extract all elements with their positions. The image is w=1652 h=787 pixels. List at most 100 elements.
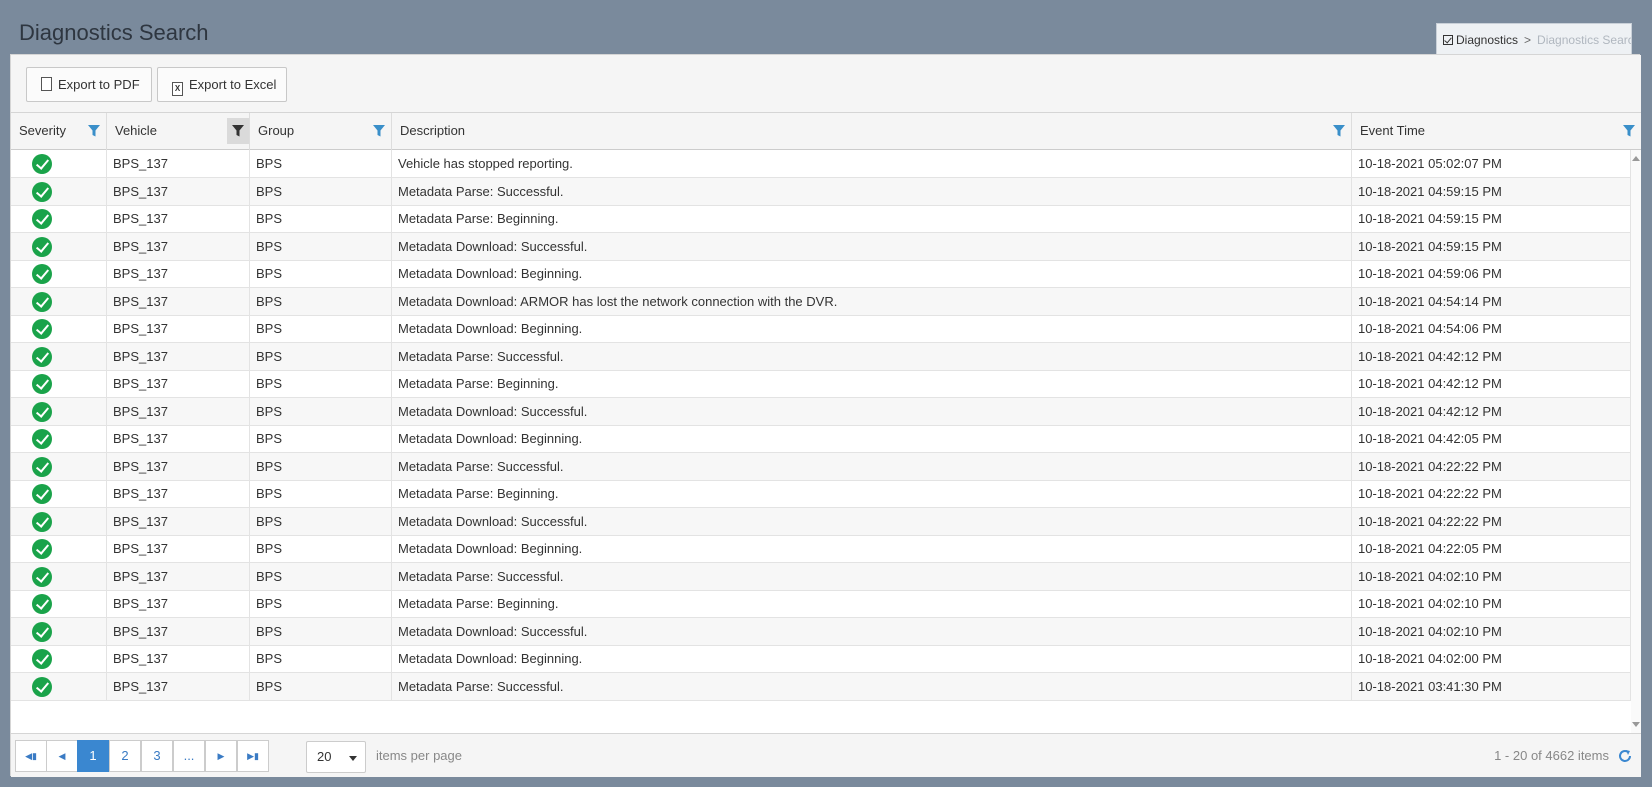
severity-cell [11,370,107,398]
export-pdf-button[interactable]: Export to PDF [26,67,152,102]
check-circle-icon [32,621,52,642]
severity-cell [11,342,107,371]
time-cell: 10-18-2021 04:42:05 PM [1352,425,1631,453]
table-row[interactable]: BPS_137 BPS Metadata Download: Successful.… [11,232,1631,261]
time-cell: 10-18-2021 03:41:30 PM [1352,672,1631,701]
prev-page-button[interactable]: ◀ [46,740,78,772]
filter-icon[interactable] [1622,124,1636,138]
table-row[interactable]: BPS_137 BPS Metadata Parse: Beginning. 10-1… [11,370,1631,398]
column-header-vehicle[interactable]: Vehicle [107,113,250,150]
group-cell: BPS [250,287,392,316]
group-cell: BPS [250,535,392,563]
table-row[interactable]: BPS_137 BPS Metadata Download: Successful.… [11,397,1631,426]
table-row[interactable]: BPS_137 BPS Metadata Download: Beginning. 1… [11,425,1631,453]
vehicle-cell: BPS_137 [107,177,250,206]
description-cell: Metadata Parse: Successful. [392,342,1352,371]
page-button-1[interactable]: 1 [77,740,109,772]
page-title: Diagnostics Search [19,20,209,45]
export-excel-button[interactable]: X Export to Excel [157,67,287,102]
table-row[interactable]: BPS_137 BPS Metadata Download: Successful.… [11,617,1631,646]
filter-icon[interactable] [372,124,386,138]
column-header-label: Event Time [1360,123,1426,138]
check-circle-icon [32,209,52,229]
check-circle-icon [32,539,52,559]
table-row[interactable]: BPS_137 BPS Metadata Parse: Beginning. 10-1… [11,590,1631,618]
description-cell: Metadata Parse: Beginning. [392,590,1352,618]
description-cell: Metadata Parse: Beginning. [392,205,1352,233]
description-cell: Metadata Download: Successful. [392,397,1352,426]
group-cell: BPS [250,507,392,536]
table-row[interactable]: BPS_137 BPS Metadata Parse: Successful. 10-… [11,342,1631,371]
vehicle-cell: BPS_137 [107,452,250,481]
severity-cell [11,590,107,618]
severity-cell [11,480,107,508]
table-row[interactable]: BPS_137 BPS Metadata Parse: Beginning. 10-1… [11,205,1631,233]
last-page-button[interactable]: ▶▮ [237,740,269,772]
time-cell: 10-18-2021 04:42:12 PM [1352,370,1631,398]
description-cell: Metadata Download: Successful. [392,617,1352,646]
table-row[interactable]: BPS_137 BPS Metadata Download: Successful.… [11,507,1631,536]
filter-active-icon[interactable] [227,118,249,144]
table-row[interactable]: BPS_137 BPS Metadata Parse: Successful. 10-… [11,672,1631,701]
table-row[interactable]: BPS_137 BPS Metadata Download: Beginning. 1… [11,535,1631,563]
time-cell: 10-18-2021 04:59:15 PM [1352,205,1631,233]
vertical-scrollbar[interactable] [1631,150,1641,733]
time-cell: 10-18-2021 04:22:05 PM [1352,535,1631,563]
column-header-group[interactable]: Group [250,113,392,150]
diagnostics-panel: Export to PDF X Export to Excel Severity … [10,54,1641,777]
grid-body[interactable]: BPS_137 BPS Vehicle has stopped reporting.… [11,150,1631,733]
table-row[interactable]: BPS_137 BPS Vehicle has stopped reporting.… [11,150,1631,178]
table-row[interactable]: BPS_137 BPS Metadata Download: Beginning. 1… [11,645,1631,673]
time-cell: 10-18-2021 04:59:15 PM [1352,232,1631,261]
group-cell: BPS [250,205,392,233]
description-cell: Metadata Download: Beginning. [392,645,1352,673]
breadcrumb-root[interactable]: Diagnostics [1456,33,1518,47]
toolbar: Export to PDF X Export to Excel [11,55,1641,113]
excel-file-icon: X [172,82,183,96]
grid-header: Severity Vehicle Group Description Event… [11,113,1641,150]
vehicle-cell: BPS_137 [107,232,250,261]
time-cell: 10-18-2021 04:02:10 PM [1352,590,1631,618]
pager-info: 1 - 20 of 4662 items [1494,748,1609,763]
severity-cell [11,452,107,481]
column-header-description[interactable]: Description [392,113,1352,150]
breadcrumb: Diagnostics > Diagnostics Search [1436,23,1632,56]
check-circle-icon [32,429,52,449]
check-circle-icon [32,456,52,477]
filter-icon[interactable] [1332,124,1346,138]
page-button-more[interactable]: ... [173,740,205,772]
scroll-down-icon[interactable] [1632,722,1640,727]
severity-cell [11,205,107,233]
group-cell: BPS [250,315,392,343]
next-page-button[interactable]: ▶ [205,740,237,772]
first-page-button[interactable]: ◀▮ [15,740,47,772]
pager: ◀▮ ◀ 1 2 3 ... ▶ ▶▮ 20 items per page 1 … [11,733,1641,777]
check-circle-icon [32,511,52,532]
check-circle-icon [32,346,52,367]
vehicle-cell: BPS_137 [107,287,250,316]
check-circle-icon [32,236,52,257]
table-row[interactable]: BPS_137 BPS Metadata Parse: Successful. 10-… [11,452,1631,481]
description-cell: Metadata Parse: Successful. [392,672,1352,701]
description-cell: Metadata Parse: Successful. [392,452,1352,481]
column-header-event-time[interactable]: Event Time [1352,113,1641,150]
page-button-2[interactable]: 2 [109,740,141,772]
group-cell: BPS [250,177,392,206]
table-row[interactable]: BPS_137 BPS Metadata Parse: Successful. 10-… [11,562,1631,591]
vehicle-cell: BPS_137 [107,535,250,563]
table-row[interactable]: BPS_137 BPS Metadata Download: ARMOR has l… [11,287,1631,316]
table-row[interactable]: BPS_137 BPS Metadata Parse: Beginning. 10-1… [11,480,1631,508]
time-cell: 10-18-2021 04:22:22 PM [1352,480,1631,508]
check-circle-icon [32,649,52,669]
page-size-select[interactable]: 20 [306,741,366,773]
table-row[interactable]: BPS_137 BPS Metadata Download: Beginning. 1… [11,315,1631,343]
column-header-severity[interactable]: Severity [11,113,107,150]
table-row[interactable]: BPS_137 BPS Metadata Parse: Successful. 10-… [11,177,1631,206]
vehicle-cell: BPS_137 [107,562,250,591]
column-header-label: Description [400,123,466,138]
filter-icon[interactable] [87,124,101,138]
page-button-3[interactable]: 3 [141,740,173,772]
table-row[interactable]: BPS_137 BPS Metadata Download: Beginning. 1… [11,260,1631,288]
refresh-icon[interactable] [1617,748,1633,764]
scroll-up-icon[interactable] [1632,156,1640,161]
